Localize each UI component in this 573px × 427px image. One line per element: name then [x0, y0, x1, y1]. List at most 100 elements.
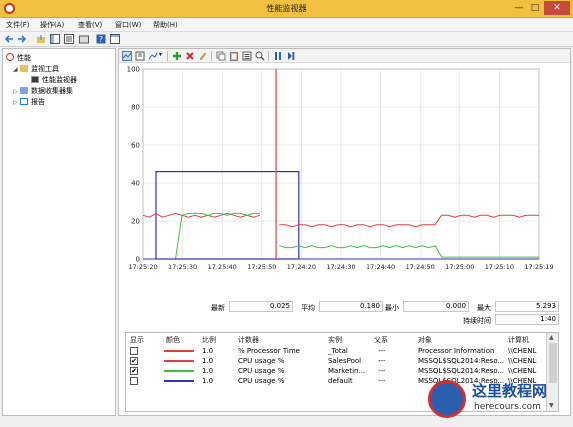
performance-icon	[6, 53, 14, 61]
show-checkbox[interactable]	[130, 377, 138, 385]
console-icon[interactable]	[110, 34, 120, 44]
instance-cell: default	[328, 377, 353, 385]
change-graph-type-icon[interactable]	[148, 51, 158, 61]
expand-arrow-icon[interactable]: ▷	[13, 99, 20, 106]
color-swatch	[164, 360, 194, 362]
counter-row[interactable]: ✔ 1.0 CPU usage % SalesPool --- MSSQL$SQL2014…	[126, 356, 546, 366]
col-computer[interactable]: 计算机	[508, 335, 529, 345]
color-swatch	[164, 350, 194, 352]
properties-icon[interactable]	[242, 51, 252, 61]
x-tick-label: 17:24:30	[326, 263, 355, 271]
minimum-label: 最小	[385, 304, 399, 312]
y-tick-label: 60	[131, 142, 140, 150]
x-tick-label: 17:24:20	[287, 263, 316, 271]
view-log-data-icon[interactable]	[135, 51, 145, 61]
menu-bar: 文件(F) 操作(A) 查看(V) 窗口(W) 帮助(H)	[0, 18, 573, 32]
tree-item-reports[interactable]: ▷ 报告	[13, 97, 45, 107]
maximum-label: 最大	[477, 304, 491, 312]
counter-row[interactable]: ✔ 1.0 CPU usage % Marketin... --- MSSQL$SQL20…	[126, 366, 546, 376]
average-value: 0.180	[319, 301, 383, 312]
col-instance[interactable]: 实例	[328, 335, 342, 345]
color-swatch	[164, 380, 194, 382]
counter-cell: CPU usage %	[238, 357, 285, 365]
menu-file[interactable]: 文件(F)	[6, 20, 30, 30]
close-button[interactable]: ✕	[544, 1, 570, 15]
average-label: 平均	[301, 304, 315, 312]
show-checkbox[interactable]: ✔	[130, 367, 138, 375]
minimum-value: 0.000	[403, 301, 469, 312]
paste-counter-list-icon[interactable]	[229, 51, 239, 61]
menu-help[interactable]: 帮助(H)	[153, 20, 178, 30]
col-object[interactable]: 对象	[418, 335, 432, 345]
add-counter-icon[interactable]	[172, 51, 182, 61]
computer-cell: \\CHENL	[508, 367, 537, 375]
delete-counter-icon[interactable]	[185, 51, 195, 61]
parent-cell: ---	[378, 357, 386, 365]
computer-cell: \\CHENL	[508, 347, 537, 355]
forward-icon[interactable]	[17, 34, 27, 44]
properties-icon[interactable]	[64, 34, 74, 44]
freeze-display-icon[interactable]	[273, 51, 283, 61]
tree-item-monitoring-tools[interactable]: ◢ 监视工具	[13, 64, 59, 74]
scale-cell: 1.0	[202, 367, 214, 375]
x-tick-label: 17:25:30	[168, 263, 197, 271]
window-title: 性能监视器	[266, 4, 307, 13]
menu-view[interactable]: 查看(V)	[78, 20, 102, 30]
menu-action[interactable]: 操作(A)	[40, 20, 64, 30]
col-color[interactable]: 颜色	[166, 335, 180, 345]
maximize-button[interactable]: □	[528, 1, 542, 15]
duration-label: 持续时间	[463, 317, 491, 325]
x-tick-label: 17:25:10	[485, 263, 514, 271]
instance-cell: _Total	[328, 347, 348, 355]
svg-text:?: ?	[99, 35, 103, 44]
col-show[interactable]: 显示	[130, 335, 144, 345]
folder-icon	[20, 65, 28, 72]
col-scale[interactable]: 比例	[202, 335, 216, 345]
show-checkbox[interactable]: ✔	[130, 357, 138, 365]
col-counter[interactable]: 计数器	[238, 335, 259, 345]
counter-cell: CPU usage %	[238, 367, 285, 375]
monitor-toolbar: ▾	[119, 49, 570, 63]
update-data-icon[interactable]	[286, 51, 296, 61]
tree-item-data-collector-sets[interactable]: ▷ 数据收集器集	[13, 86, 73, 96]
show-checkbox[interactable]	[130, 347, 138, 355]
help-icon[interactable]: ?	[96, 34, 106, 44]
expand-arrow-icon[interactable]: ▷	[13, 88, 20, 95]
up-folder-icon[interactable]	[36, 34, 46, 44]
counter-row[interactable]: 1.0 % Processor Time _Total --- Processor In…	[126, 346, 546, 356]
copy-properties-icon[interactable]	[216, 51, 226, 61]
instance-cell: Marketin...	[328, 367, 366, 375]
col-parent[interactable]: 父系	[374, 335, 388, 345]
parent-cell: ---	[378, 367, 386, 375]
x-tick-label: 17:25:00	[445, 263, 474, 271]
watermark-url: herecours.com	[474, 402, 541, 412]
minimize-button[interactable]: —	[512, 1, 526, 15]
x-axis: 17:25:20 17:25:30 17:25:40 17:25:50 17:24:20…	[128, 263, 553, 271]
collapse-arrow-icon[interactable]: ◢	[13, 66, 20, 73]
object-cell: MSSQL$SQL2014:Reso...	[418, 357, 505, 365]
scale-cell: 1.0	[202, 347, 214, 355]
view-current-activity-icon[interactable]	[122, 51, 132, 61]
x-tick-label: 17:25:20	[128, 263, 157, 271]
back-icon[interactable]	[4, 34, 14, 44]
object-cell: MSSQL$SQL2014:Reso...	[418, 367, 505, 375]
tree-item-performance[interactable]: 性能	[6, 53, 31, 63]
scroll-up-icon[interactable]: ▲	[549, 334, 554, 341]
show-hide-tree-icon[interactable]	[50, 34, 60, 44]
scale-cell: 1.0	[202, 377, 214, 385]
maximum-value: 5.293	[495, 301, 559, 312]
x-tick-label: 17:24:50	[406, 263, 435, 271]
dropdown-arrow-icon[interactable]: ▾	[159, 51, 162, 58]
last-label: 最新	[211, 304, 225, 312]
menu-window[interactable]: 窗口(W)	[115, 20, 141, 30]
export-list-icon[interactable]	[79, 34, 89, 44]
zoom-icon[interactable]	[255, 51, 265, 61]
y-tick-label: 80	[131, 104, 140, 112]
highlight-icon[interactable]	[198, 51, 208, 61]
y-axis: 020406080100	[127, 66, 140, 264]
watermark-title: 这里教程网	[472, 382, 548, 400]
navigation-tree: 性能 ◢ 监视工具 性能监视器 ▷ 数据收集器集 ▷ 报告	[2, 48, 116, 416]
tree-item-performance-monitor[interactable]: 性能监视器	[31, 75, 77, 85]
performance-chart[interactable]: 020406080100 17:25:20 17:25:30 17:25:40 17:…	[119, 64, 570, 314]
object-cell: Processor Information	[418, 347, 495, 355]
